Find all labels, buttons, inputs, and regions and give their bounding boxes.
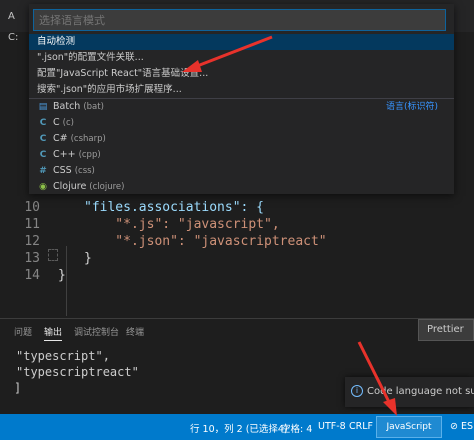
language-name: C#: [53, 133, 68, 144]
batch-icon: ▤: [38, 102, 48, 112]
tab-problems[interactable]: 问题: [14, 325, 32, 338]
code-line[interactable]: "files.associations": {: [84, 200, 264, 215]
c-icon: C: [39, 118, 47, 128]
line-number: 14: [24, 268, 40, 283]
picker-item-c[interactable]: C C (c): [29, 115, 454, 131]
picker-item-csharp[interactable]: C C# (csharp): [29, 131, 454, 147]
language-mode-label: JavaScript React: [386, 422, 432, 432]
output-line: "typescript",: [16, 349, 110, 363]
css-icon: #: [39, 166, 47, 176]
indent-guide: [66, 246, 67, 316]
output-line: ]: [14, 381, 22, 395]
status-encoding[interactable]: UTF-8: [318, 421, 346, 432]
clojure-icon: ◉: [39, 182, 47, 192]
output-channel-label: Prettier: [427, 324, 464, 335]
picker-item-css[interactable]: # CSS (css): [29, 163, 454, 179]
code-line[interactable]: }: [84, 251, 92, 266]
language-search-input[interactable]: [33, 9, 446, 31]
picker-item-batch[interactable]: ▤ Batch (bat) 语言(标识符): [29, 99, 454, 115]
language-name: C: [53, 117, 60, 128]
output-line: "typescriptreact": [16, 365, 139, 379]
line-number: 13: [24, 251, 40, 266]
annotation-arrow-bottom: [357, 341, 397, 416]
status-cursor-position[interactable]: 行 10，列 2 (已选择4): [190, 421, 288, 435]
fold-marker[interactable]: [48, 249, 58, 261]
language-name: C++: [53, 149, 76, 160]
line-number: 10: [24, 200, 40, 215]
languages-heading: 语言(标识符): [385, 102, 438, 112]
tab-output[interactable]: 输出: [44, 325, 63, 341]
eslint-icon: ⊘: [450, 421, 458, 432]
language-id: (c): [62, 118, 74, 128]
language-name: CSS: [53, 165, 72, 176]
breadcrumb-text[interactable]: C:: [8, 32, 18, 43]
panel-tabs: 问题 输出 调试控制台 终端 Prettier: [0, 319, 474, 341]
status-indentation[interactable]: 空格: 4: [281, 421, 312, 435]
status-language-mode[interactable]: JavaScript React: [376, 416, 442, 438]
code-line[interactable]: "*.json": "javascriptreact": [84, 234, 326, 249]
language-name: Batch: [53, 101, 81, 112]
eslint-label: ES: [461, 421, 474, 432]
status-eol[interactable]: CRLF: [349, 421, 373, 432]
picker-item-cpp[interactable]: C C++ (cpp): [29, 147, 454, 163]
picker-item-label: 搜索".json"的应用市场扩展程序...: [37, 84, 182, 95]
tab-label[interactable]: A: [8, 11, 15, 22]
status-eslint[interactable]: ⊘ ES: [450, 421, 473, 432]
line-number: 11: [24, 217, 40, 232]
code-line[interactable]: }: [58, 268, 66, 283]
picker-item-clojure[interactable]: ◉ Clojure (clojure): [29, 179, 454, 195]
language-mode-picker[interactable]: 自动检测 ".json"的配置文件关联... 配置"JavaScript Rea…: [29, 4, 454, 194]
language-name: Clojure: [53, 181, 87, 192]
language-id: (cpp): [78, 150, 101, 160]
cpp-icon: C: [39, 150, 47, 160]
language-id: (bat): [83, 102, 104, 112]
tab-debug-console[interactable]: 调试控制台: [74, 325, 119, 338]
line-number: 12: [24, 234, 40, 249]
picker-item-label: 自动检测: [37, 36, 76, 47]
language-id: (clojure): [89, 182, 125, 192]
picker-item-label: ".json"的配置文件关联...: [37, 52, 144, 63]
language-id: (css): [74, 166, 95, 176]
output-channel-select[interactable]: Prettier: [418, 319, 474, 341]
picker-item-search-marketplace[interactable]: 搜索".json"的应用市场扩展程序...: [29, 82, 454, 98]
annotation-arrow-top: [182, 35, 273, 72]
language-id: (csharp): [70, 134, 106, 144]
csharp-icon: C: [39, 134, 47, 144]
tab-terminal[interactable]: 终端: [126, 325, 144, 338]
code-line[interactable]: "*.js": "javascript",: [84, 217, 279, 232]
